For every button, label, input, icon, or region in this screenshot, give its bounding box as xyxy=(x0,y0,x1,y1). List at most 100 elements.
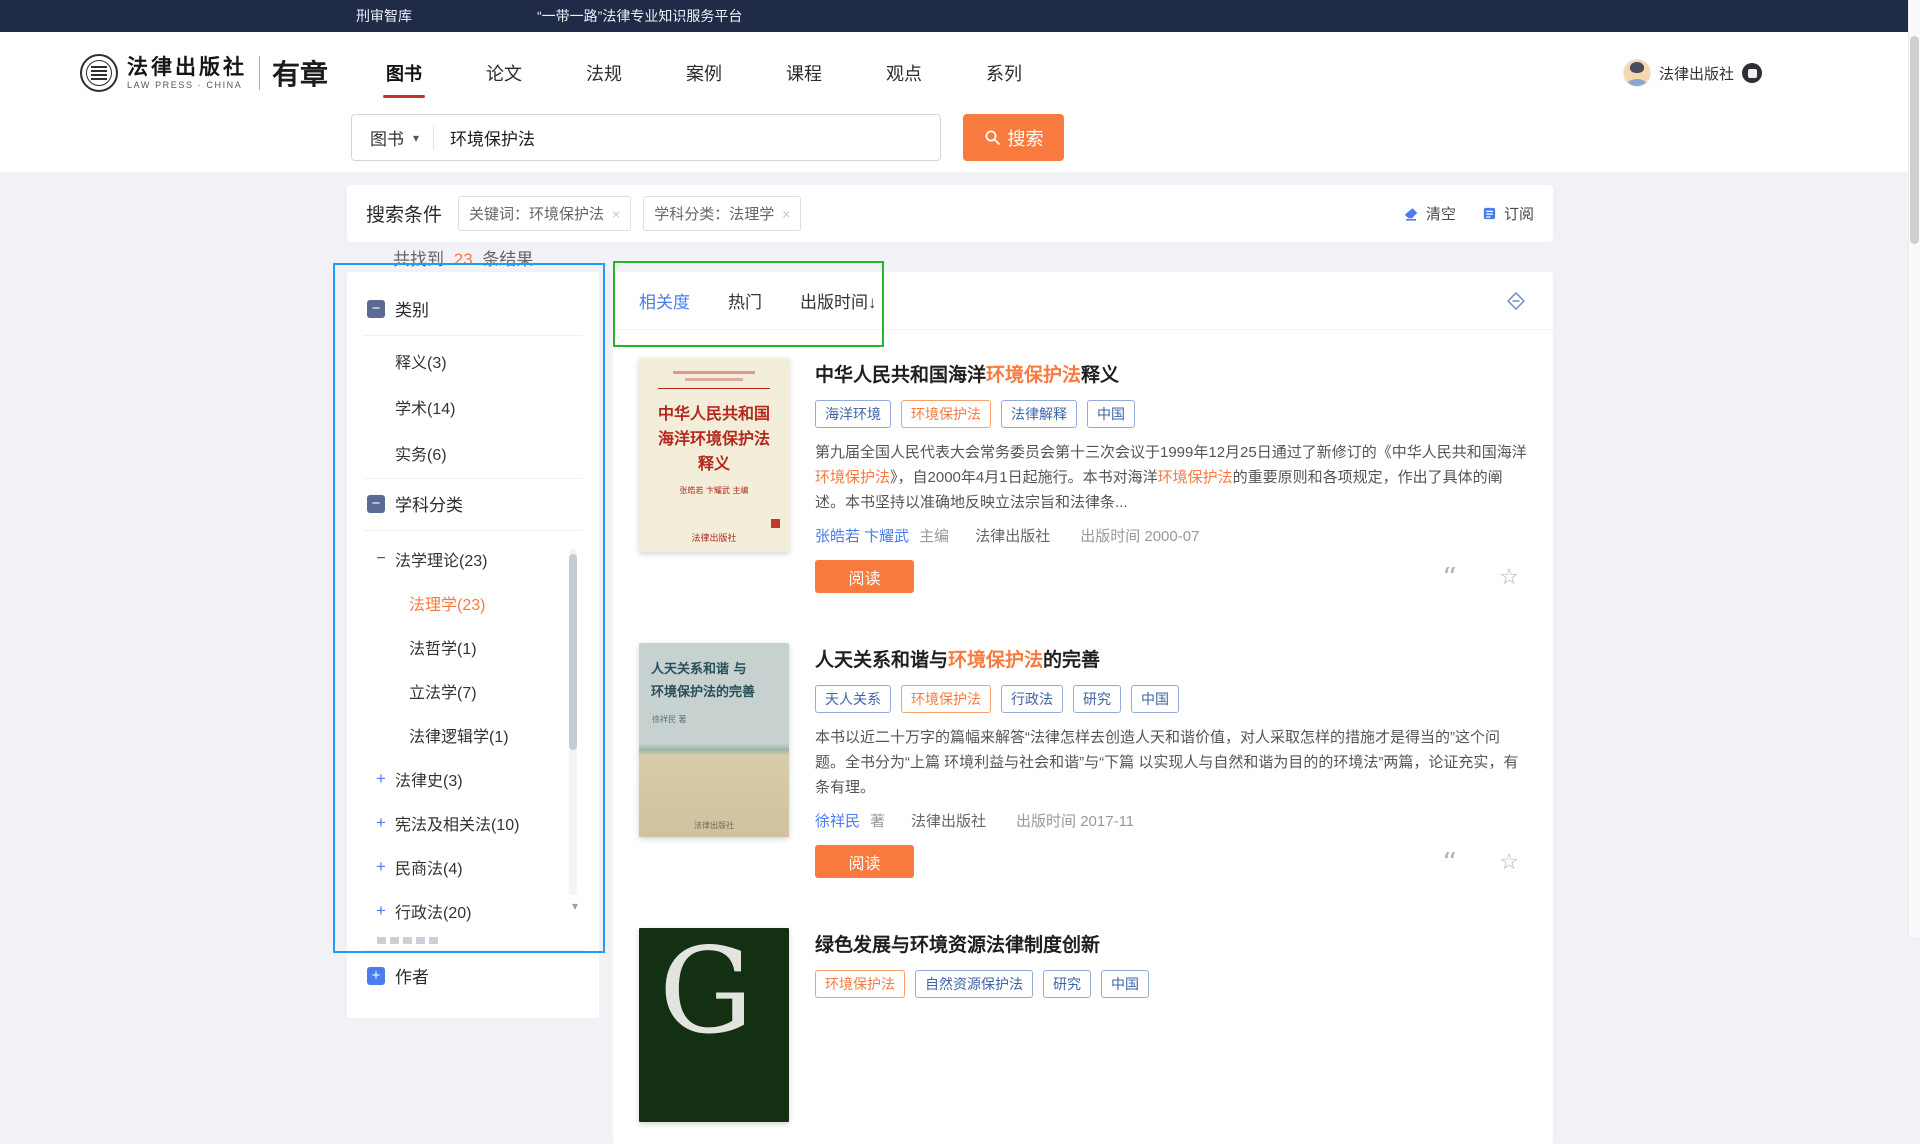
expand-icon[interactable]: + xyxy=(373,901,389,921)
book-authors[interactable]: 徐祥民 xyxy=(815,810,860,831)
tree-node-legal-logic[interactable]: 法律逻辑学(1) xyxy=(359,713,587,757)
search-input[interactable] xyxy=(434,115,940,160)
expand-icon[interactable]: + xyxy=(373,813,389,833)
collapse-icon[interactable]: − xyxy=(373,550,389,568)
nav-tab-opinions[interactable]: 观点 xyxy=(886,60,922,86)
quote-icon[interactable]: “ xyxy=(1442,567,1457,587)
sort-tab-pubdate[interactable]: 出版时间↓ xyxy=(800,288,877,313)
book-tag[interactable]: 中国 xyxy=(1087,400,1135,428)
sidebar-scrollbar[interactable]: ▾ xyxy=(569,549,577,895)
book-tag[interactable]: 研究 xyxy=(1043,970,1091,998)
filter-option-shiyi[interactable]: 释义(3) xyxy=(359,338,587,384)
result-body: 人天关系和谐与环境保护法的完善 天人关系 环境保护法 行政法 研究 中国 本书以… xyxy=(815,643,1527,878)
subscribe-button[interactable]: 订阅 xyxy=(1482,203,1534,224)
nav-tab-courses[interactable]: 课程 xyxy=(786,60,822,86)
tree-node-constitution[interactable]: + 宪法及相关法(10) xyxy=(359,801,587,845)
tree-node-legislation-science[interactable]: 立法学(7) xyxy=(359,669,587,713)
book-tag[interactable]: 自然资源保护法 xyxy=(915,970,1033,998)
cover-decor-line xyxy=(673,371,755,374)
condition-tag-subject[interactable]: 学科分类：法理学 × xyxy=(643,196,801,231)
author-role: 著 xyxy=(870,810,885,831)
book-tag[interactable]: 海洋环境 xyxy=(815,400,891,428)
collapse-icon[interactable]: − xyxy=(367,300,385,318)
tree-node-jurisprudence-selected[interactable]: 法理学(23) xyxy=(359,581,587,625)
read-button[interactable]: 阅读 xyxy=(815,845,914,878)
expand-icon[interactable]: + xyxy=(367,967,385,985)
book-cover[interactable]: 人天关系和谐 与 环境保护法的完善 徐祥民 著 法律出版社 xyxy=(639,643,789,837)
search-category-dropdown[interactable]: 图书 ▾ xyxy=(352,125,433,150)
search-button-label: 搜索 xyxy=(1008,125,1044,151)
tree-node-label: 宪法及相关法(10) xyxy=(395,811,519,835)
book-tag[interactable]: 环境保护法 xyxy=(901,400,991,428)
collapse-icon[interactable]: − xyxy=(367,495,385,513)
book-tags: 海洋环境 环境保护法 法律解释 中国 xyxy=(815,400,1527,428)
book-title[interactable]: 中华人民共和国海洋环境保护法释义 xyxy=(815,360,1527,387)
tree-node-civil-commercial[interactable]: + 民商法(4) xyxy=(359,845,587,889)
filter-option-shiwu[interactable]: 实务(6) xyxy=(359,430,587,476)
section-title: 学科分类 xyxy=(395,491,463,516)
filter-sidebar: − 类别 释义(3) 学术(14) 实务(6) − 学科分类 − 法学理论(23… xyxy=(347,272,599,1018)
nav-tab-books[interactable]: 图书 xyxy=(386,60,422,86)
filter-section-category[interactable]: − 类别 xyxy=(359,286,587,333)
sort-tab-relevance[interactable]: 相关度 xyxy=(639,288,690,313)
book-tag[interactable]: 天人关系 xyxy=(815,685,891,713)
tag-filter-icon[interactable] xyxy=(1505,290,1527,312)
avatar[interactable] xyxy=(1623,59,1651,87)
clear-icon xyxy=(1403,206,1419,222)
tree-node-legal-history[interactable]: + 法律史(3) xyxy=(359,757,587,801)
book-cover[interactable]: 中华人民共和国 海洋环境保护法 释义 张皓若 卞耀武 主编 法律出版社 xyxy=(639,358,789,552)
book-tag[interactable]: 行政法 xyxy=(1001,685,1063,713)
star-icon[interactable]: ☆ xyxy=(1499,566,1519,588)
filter-section-subject[interactable]: − 学科分类 xyxy=(359,481,587,528)
section-title: 类别 xyxy=(395,296,429,321)
filter-section-author[interactable]: + 作者 xyxy=(359,953,587,1000)
user-badge-icon[interactable] xyxy=(1742,63,1762,83)
user-area[interactable]: 法律出版社 xyxy=(1623,59,1762,87)
tree-node-legal-philosophy[interactable]: 法哲学(1) xyxy=(359,625,587,669)
conditions-actions: 清空 订阅 xyxy=(1403,203,1534,224)
header: 法律出版社 LAW PRESS · CHINA 有章 图书 论文 法规 案例 课… xyxy=(0,32,1920,172)
nav-tab-cases[interactable]: 案例 xyxy=(686,60,722,86)
expand-icon[interactable]: + xyxy=(373,769,389,789)
book-tag[interactable]: 环境保护法 xyxy=(901,685,991,713)
sidebar-scrollbar-thumb[interactable] xyxy=(569,554,577,750)
quote-icon[interactable]: “ xyxy=(1442,852,1457,872)
book-authors[interactable]: 张皓若 卞耀武 xyxy=(815,525,909,546)
book-tag[interactable]: 中国 xyxy=(1101,970,1149,998)
clear-button[interactable]: 清空 xyxy=(1403,203,1456,224)
search-button[interactable]: 搜索 xyxy=(963,114,1064,161)
page-scrollbar-thumb[interactable] xyxy=(1910,36,1919,244)
nav-tab-series[interactable]: 系列 xyxy=(986,60,1022,86)
tree-node-administrative[interactable]: + 行政法(20) xyxy=(359,889,587,933)
result-body: 中华人民共和国海洋环境保护法释义 海洋环境 环境保护法 法律解释 中国 第九届全… xyxy=(815,358,1527,593)
topbar-brand[interactable]: 刑审智库 xyxy=(356,6,412,26)
book-cover[interactable]: G xyxy=(639,928,789,1122)
condition-tag-keyword[interactable]: 关键词：环境保护法 × xyxy=(458,196,631,231)
nav-tab-papers[interactable]: 论文 xyxy=(486,60,522,86)
book-tag[interactable]: 中国 xyxy=(1131,685,1179,713)
cover-stamp xyxy=(771,519,780,528)
read-button[interactable]: 阅读 xyxy=(815,560,914,593)
book-title[interactable]: 人天关系和谐与环境保护法的完善 xyxy=(815,645,1527,672)
nav-tab-laws[interactable]: 法规 xyxy=(586,60,622,86)
user-name: 法律出版社 xyxy=(1659,63,1734,84)
filter-option-xueshu[interactable]: 学术(14) xyxy=(359,384,587,430)
divider xyxy=(363,950,583,951)
book-tag[interactable]: 法律解释 xyxy=(1001,400,1077,428)
scroll-down-icon[interactable]: ▾ xyxy=(572,899,578,913)
tree-node-legal-theory[interactable]: − 法学理论(23) xyxy=(359,537,587,581)
logo-brand: 有章 xyxy=(272,53,328,93)
expand-icon[interactable]: + xyxy=(373,857,389,877)
cover-letter: G xyxy=(659,930,753,1054)
book-title[interactable]: 绿色发展与环境资源法律制度创新 xyxy=(815,930,1527,957)
logo[interactable]: 法律出版社 LAW PRESS · CHINA 有章 xyxy=(80,53,328,93)
sort-tab-popular[interactable]: 热门 xyxy=(728,288,762,313)
result-icons: “ ☆ xyxy=(1442,851,1519,873)
close-icon[interactable]: × xyxy=(612,206,620,222)
book-tag[interactable]: 环境保护法 xyxy=(815,970,905,998)
summary-prefix: 共找到 xyxy=(393,250,444,269)
star-icon[interactable]: ☆ xyxy=(1499,851,1519,873)
book-tag[interactable]: 研究 xyxy=(1073,685,1121,713)
close-icon[interactable]: × xyxy=(782,206,790,222)
page-scrollbar[interactable] xyxy=(1908,0,1920,937)
